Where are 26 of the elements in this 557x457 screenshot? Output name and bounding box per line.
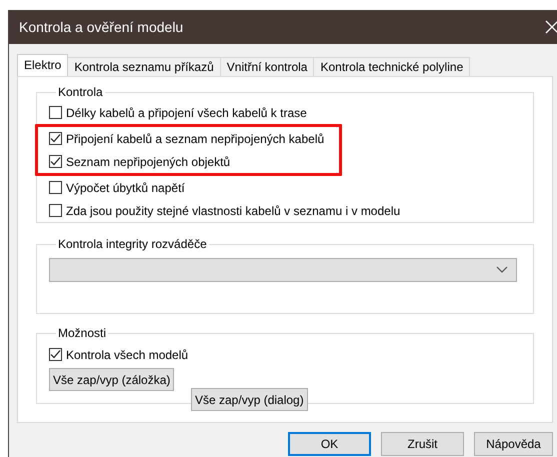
checkbox-label: Zda jsou použity stejné vlastnosti kabelů v seznamu i v modelu — [66, 204, 400, 218]
checkbox[interactable] — [49, 204, 62, 217]
checkbox-label: Výpočet úbytků napětí — [66, 180, 185, 194]
dialog-button[interactable]: OK — [288, 432, 371, 456]
checkbox-label: Seznam nepřipojených objektů — [66, 154, 230, 168]
chevron-down-icon — [496, 266, 508, 274]
toggle-button[interactable]: Vše zap/vyp (záložka) — [49, 368, 174, 391]
checkbox[interactable] — [49, 348, 62, 361]
dialog-button[interactable]: Zrušit — [381, 432, 464, 456]
window-title: Kontrola a ověření modelu — [19, 19, 184, 35]
close-icon[interactable] — [545, 20, 557, 34]
group-title: Možnosti — [57, 326, 108, 340]
checkbox-label: Připojení kabelů a seznam nepřipojených kabelů — [66, 132, 324, 146]
checkbox[interactable] — [49, 106, 62, 119]
checkbox[interactable] — [49, 155, 62, 168]
tab[interactable]: Kontrola seznamu příkazů — [67, 57, 221, 76]
checkbox-label: Délky kabelů a připojení všech kabelů k trase — [66, 106, 307, 120]
checkbox[interactable] — [49, 132, 62, 145]
checkbox[interactable] — [49, 181, 62, 194]
dialog-button[interactable]: Nápověda — [474, 432, 553, 456]
checkbox-label: Kontrola všech modelů — [66, 348, 188, 362]
toggle-button[interactable]: Vše zap/vyp (dialog) — [191, 388, 308, 411]
group-title: Kontrola integrity rozváděče — [57, 237, 208, 251]
tab[interactable]: Elektro — [17, 54, 68, 76]
tab[interactable]: Kontrola technické polyline — [313, 57, 470, 76]
group-title: Kontrola — [57, 85, 104, 99]
